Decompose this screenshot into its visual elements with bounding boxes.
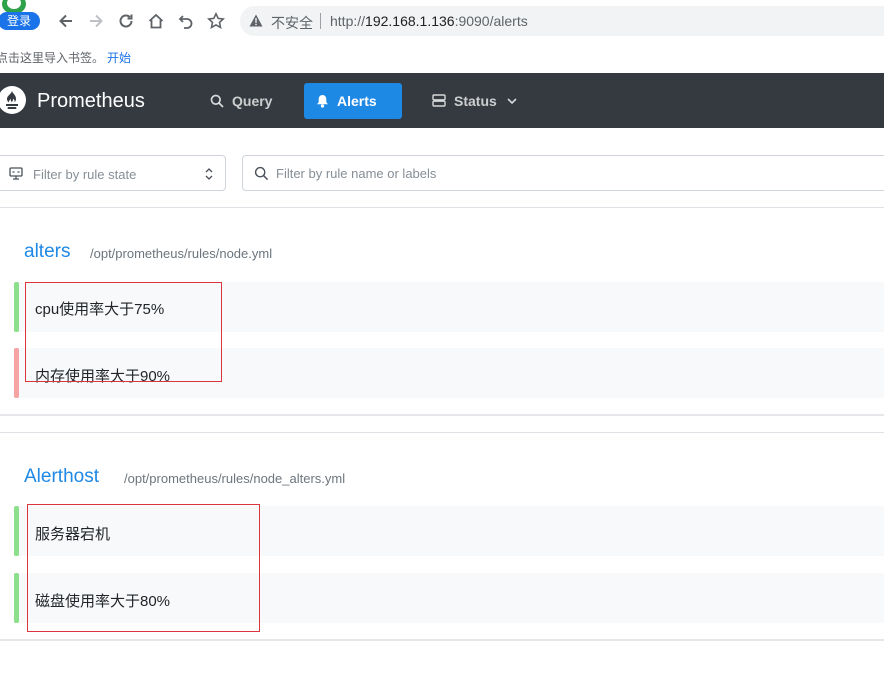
nav-status-dropdown[interactable]: Status [420, 83, 529, 119]
bookmark-import-hint: 点击这里导入书签。 [0, 51, 105, 65]
nav-status-label: Status [454, 93, 497, 109]
rule-state-indicator [14, 506, 19, 556]
url-rest: :9090/alerts [454, 13, 528, 29]
bookmarks-bar: 点击这里导入书签。 开始 [0, 46, 884, 68]
group-title[interactable]: Alerthost [24, 466, 99, 488]
group-divider [0, 414, 884, 416]
bell-icon [317, 94, 328, 108]
reload-icon [119, 14, 133, 28]
rule-state-filter[interactable]: Filter by rule state [0, 155, 226, 191]
bookmark-star-button[interactable] [205, 10, 227, 32]
login-label: 登录 [0, 12, 40, 30]
home-button[interactable] [145, 10, 167, 32]
nav-alerts-link[interactable]: Alerts [304, 83, 402, 119]
group-file-path: /opt/prometheus/rules/node_alters.yml [124, 471, 346, 486]
chevron-updown-icon [205, 168, 213, 180]
address-bar[interactable]: 不安全 http://192.168.1.136:9090/alerts [240, 6, 884, 36]
nav-query-link[interactable]: Query [198, 83, 284, 119]
rule-search-input[interactable] [276, 157, 876, 189]
rule-search-box[interactable] [242, 155, 884, 191]
brand-title[interactable]: Prometheus [37, 90, 145, 113]
chevron-down-icon [507, 98, 517, 104]
group-divider [0, 432, 884, 433]
url-host: 192.168.1.136 [365, 13, 455, 29]
home-icon [148, 13, 164, 29]
url-text: http://192.168.1.136:9090/alerts [330, 13, 528, 29]
annotation-highlight-box [25, 282, 222, 382]
monitor-filter-icon [9, 167, 23, 180]
group-divider [0, 639, 884, 641]
server-icon [432, 94, 446, 107]
rule-state-indicator [14, 282, 19, 332]
arrow-right-icon [90, 14, 103, 28]
browser-toolbar: 登录 不安全 http://192.168.1.136:9090/alerts [0, 0, 884, 42]
profile-login-button[interactable]: 登录 [0, 0, 40, 32]
undo-icon [178, 15, 193, 29]
group-title[interactable]: alters [24, 241, 70, 263]
address-separator [320, 13, 321, 29]
annotation-highlight-box [27, 504, 260, 632]
group-file-path: /opt/prometheus/rules/node.yml [90, 246, 273, 261]
rule-state-placeholder: Filter by rule state [33, 167, 137, 182]
warning-triangle-icon [249, 14, 263, 27]
arrow-left-icon [59, 14, 72, 28]
rule-state-indicator [14, 348, 19, 398]
browser-chrome: 登录 不安全 http://192.168.1.136:9090/alerts … [0, 0, 884, 73]
reload-button[interactable] [115, 10, 137, 32]
star-icon [206, 11, 226, 29]
search-icon [254, 166, 269, 181]
nav-alerts-label: Alerts [337, 93, 377, 109]
undo-close-tab-button[interactable] [175, 10, 197, 32]
search-icon [210, 94, 224, 108]
filter-divider [0, 207, 884, 208]
forward-button[interactable] [85, 10, 107, 32]
nav-query-label: Query [232, 93, 273, 109]
bookmark-start-link[interactable]: 开始 [107, 49, 131, 66]
back-button[interactable] [55, 10, 77, 32]
url-scheme: http:// [330, 13, 366, 29]
rule-state-indicator [14, 573, 19, 623]
insecure-label: 不安全 [271, 15, 313, 31]
